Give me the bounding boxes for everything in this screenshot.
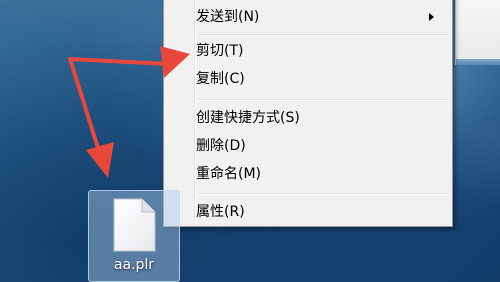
file-name-label: aa.plr [113,257,155,273]
desktop-file-selected[interactable]: aa.plr [88,190,180,282]
menu-item-label: 重命名(M) [196,166,262,182]
menu-item-label: 创建快捷方式(S) [196,110,300,126]
menu-item-label: 删除(D) [196,138,246,154]
menu-item-send-to[interactable]: 发送到(N) [196,5,448,29]
menu-item-rename[interactable]: 重命名(M) [196,162,261,186]
menu-item-cut[interactable]: 剪切(T) [196,39,243,63]
menu-item-label: 属性(R) [196,204,245,220]
menu-separator [197,99,449,101]
menu-separator [197,193,449,195]
menu-item-label: 发送到(N) [196,9,260,25]
menu-item-label: 复制(C) [196,71,245,87]
background-window [455,0,500,65]
menu-item-label: 剪切(T) [196,43,244,59]
menu-item-properties[interactable]: 属性(R) [196,200,245,224]
menu-item-create-shortcut[interactable]: 创建快捷方式(S) [196,106,300,130]
submenu-arrow-icon [429,13,434,21]
menu-item-delete[interactable]: 删除(D) [196,134,246,158]
menu-item-copy[interactable]: 复制(C) [196,67,245,91]
context-menu: 发送到(N) 剪切(T) 复制(C) 创建快捷方式(S) 删除(D) 重命名(M… [163,0,453,227]
file-icon [113,198,156,252]
menu-separator [197,34,449,36]
